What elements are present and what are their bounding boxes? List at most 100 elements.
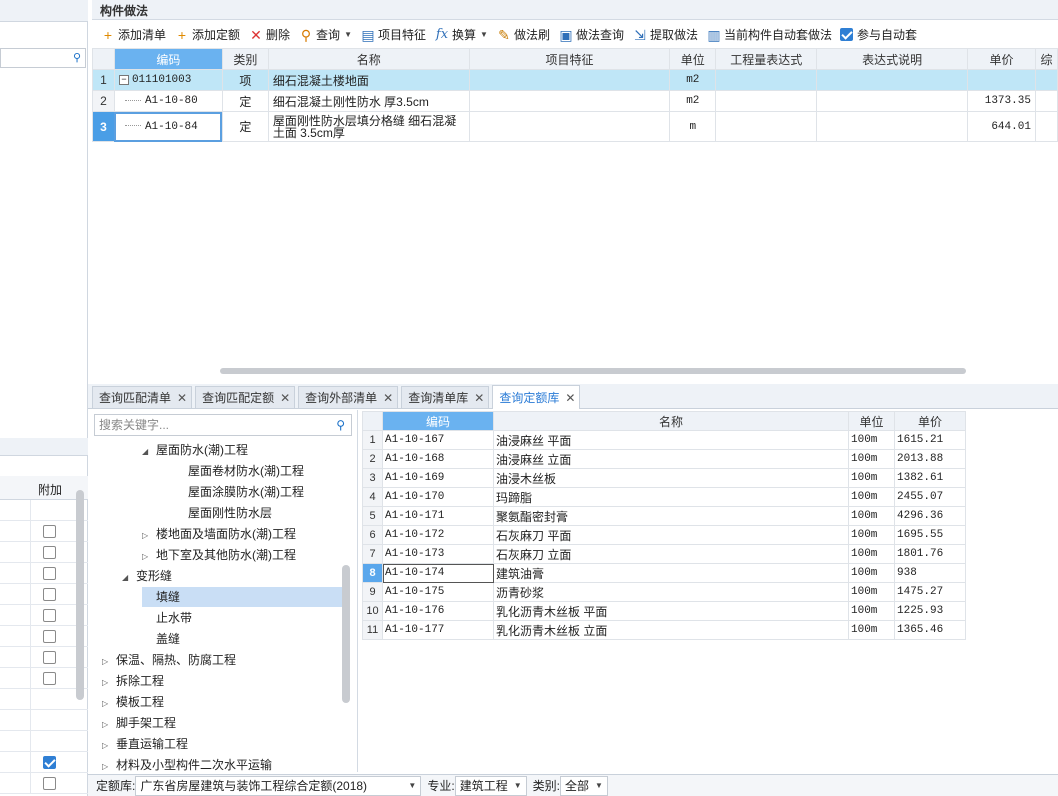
tree-node[interactable]: ◢ 变形缝 [122,566,172,586]
column-header[interactable]: 单价 [966,48,1036,70]
unit-cell[interactable]: 100m [848,430,895,450]
code-cell[interactable]: A1-10-169 [382,468,494,488]
close-icon[interactable]: ✕ [474,391,484,405]
method-row[interactable]: 2 A1-10-80 定细石混凝土刚性防水 厚3.5cm m2 1373.35 [92,90,1058,112]
close-icon[interactable]: ✕ [383,391,393,405]
left-grid-row[interactable] [0,542,88,563]
tree-node[interactable]: 屋面刚性防水层 [162,503,272,523]
tab-2[interactable]: 查询外部清单 ✕ [298,386,399,408]
name-cell[interactable]: 乳化沥青木丝板 平面 [493,601,849,621]
toolbar-button-10[interactable]: 参与自动套 [836,24,921,46]
quota-row[interactable]: 5 A1-10-171 聚氨酯密封膏 100m 4296.36 [362,506,966,526]
column-header[interactable]: 单位 [848,411,895,431]
tab-1[interactable]: 查询匹配定额 ✕ [195,386,296,408]
toolbar-button-0[interactable]: + 添加清单 [96,24,170,46]
extra-cell[interactable] [1034,90,1058,112]
tab-0[interactable]: 查询匹配清单 ✕ [92,386,193,408]
checkbox-icon[interactable] [840,28,853,41]
price-cell[interactable]: 1475.27 [894,582,966,602]
expand-icon[interactable]: ▷ [142,526,152,546]
name-cell[interactable]: 细石混凝土刚性防水 厚3.5cm [267,90,470,112]
toolbar-button-2[interactable]: ✕ 删除 [244,24,294,46]
unit-cell[interactable]: 100m [848,525,895,545]
close-icon[interactable]: ✕ [177,391,187,405]
row-number[interactable]: 2 [362,449,383,469]
row-number[interactable]: 2 [92,90,115,112]
attach-checkbox[interactable] [43,672,56,685]
price-cell[interactable]: 644.01 [966,111,1036,142]
column-header[interactable]: 编码 [382,411,494,431]
feature-cell[interactable] [468,90,671,112]
column-header[interactable]: 名称 [493,411,849,431]
quota-row[interactable]: 3 A1-10-169 油浸木丝板 100m 1382.61 [362,468,966,488]
tree-node[interactable]: ◢ 屋面防水(潮)工程 [142,440,248,460]
scrollbar-thumb[interactable] [220,368,966,374]
row-number[interactable]: 1 [362,430,383,450]
column-header[interactable]: 编码 [113,48,223,70]
code-cell[interactable]: A1-10-172 [382,525,494,545]
toolbar-button-1[interactable]: + 添加定额 [170,24,244,46]
row-number[interactable]: 10 [362,601,383,621]
unit-cell[interactable]: 100m [848,601,895,621]
tree-node[interactable]: 盖缝 [142,629,180,649]
column-header[interactable]: 项目特征 [468,48,671,70]
name-cell[interactable]: 油浸木丝板 [493,468,849,488]
tree-node[interactable]: 屋面涂膜防水(潮)工程 [162,482,304,502]
method-row[interactable]: 1−011101003 项细石混凝土楼地面 m2 [92,69,1058,91]
code-cell[interactable]: A1-10-80 [113,90,223,112]
left-grid-row[interactable] [0,500,88,521]
desc-cell[interactable] [816,90,968,112]
row-number[interactable]: 11 [362,620,383,640]
tree-node[interactable]: 屋面卷材防水(潮)工程 [162,461,304,481]
row-number[interactable]: 5 [362,506,383,526]
tree-node[interactable]: ▷ 材料及小型构件二次水平运输 [102,755,272,775]
quota-row[interactable]: 1 A1-10-167 油浸麻丝 平面 100m 1615.21 [362,430,966,450]
attach-checkbox[interactable] [43,651,56,664]
name-cell[interactable]: 沥青砂浆 [493,582,849,602]
column-header[interactable]: 类别 [221,48,269,70]
left-grid-row[interactable] [0,773,88,794]
unit-cell[interactable]: m2 [669,90,717,112]
attach-checkbox[interactable] [43,588,56,601]
code-cell[interactable]: A1-10-173 [382,544,494,564]
attach-checkbox[interactable] [43,756,56,769]
tree-node[interactable]: ▷ 地下室及其他防水(潮)工程 [142,545,296,565]
major-select[interactable]: 建筑工程 ▼ [454,775,527,796]
code-cell[interactable]: A1-10-175 [382,582,494,602]
price-cell[interactable]: 1615.21 [894,430,966,450]
tab-3[interactable]: 查询清单库 ✕ [401,386,490,408]
expand-icon[interactable]: ▷ [102,652,112,672]
left-grid-row[interactable] [0,521,88,542]
column-header[interactable]: 工程量表达式 [715,48,818,70]
price-cell[interactable]: 1382.61 [894,468,966,488]
toolbar-button-6[interactable]: ✎ 做法刷 [492,24,554,46]
left-grid-row[interactable] [0,563,88,584]
quota-row[interactable]: 9 A1-10-175 沥青砂浆 100m 1475.27 [362,582,966,602]
quota-row[interactable]: 2 A1-10-168 油浸麻丝 立面 100m 2013.88 [362,449,966,469]
close-icon[interactable]: ✕ [565,391,575,405]
name-cell[interactable]: 细石混凝土楼地面 [267,69,470,91]
column-header[interactable]: 单位 [669,48,717,70]
expand-icon[interactable]: ▷ [102,694,112,714]
left-grid-row[interactable] [0,584,88,605]
tree-node[interactable]: ▷ 楼地面及墙面防水(潮)工程 [142,524,296,544]
collapse-icon[interactable]: − [118,75,129,85]
column-header[interactable]: 单价 [894,411,966,431]
row-number[interactable]: 8 [362,563,383,583]
unit-cell[interactable]: 100m [848,582,895,602]
horizontal-scrollbar[interactable] [92,366,1058,376]
row-number[interactable]: 9 [362,582,383,602]
column-header[interactable]: 名称 [267,48,470,70]
attach-checkbox[interactable] [43,546,56,559]
unit-cell[interactable]: 100m [848,468,895,488]
tree-search-input[interactable] [95,415,325,435]
left-grid-row[interactable] [0,689,88,710]
type-cell[interactable]: 定 [221,111,269,142]
search-icon[interactable]: ⚲ [336,418,345,432]
price-cell[interactable]: 2455.07 [894,487,966,507]
left-grid-row[interactable] [0,752,88,773]
tree-node[interactable]: ▷ 脚手架工程 [102,713,176,733]
row-number[interactable]: 3 [362,468,383,488]
expand-icon[interactable]: ▷ [102,673,112,693]
feature-cell[interactable] [468,69,671,91]
